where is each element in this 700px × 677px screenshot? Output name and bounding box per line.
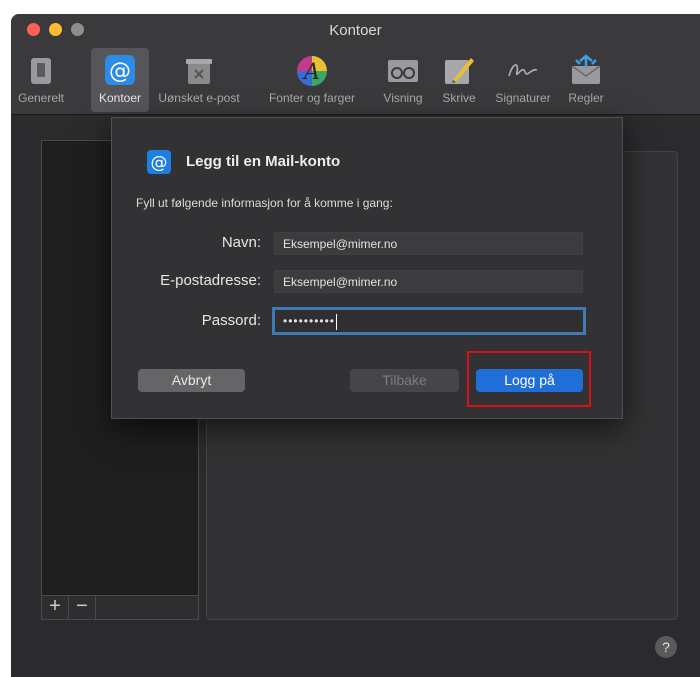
tab-rules[interactable]: Regler bbox=[563, 48, 609, 112]
tab-general-label: Generelt bbox=[17, 91, 65, 105]
tab-viewing-label: Visning bbox=[383, 91, 423, 105]
accounts-list-controls: + − bbox=[41, 595, 199, 620]
glasses-icon bbox=[385, 54, 421, 88]
tab-junk-mail[interactable]: Uønsket e-post bbox=[151, 48, 247, 112]
password-value: •••••••••• bbox=[283, 314, 336, 328]
text-caret bbox=[336, 313, 338, 330]
mail-at-icon: @ bbox=[147, 150, 171, 174]
preferences-toolbar: Generelt @ Kontoer Uønsket e-post A Font… bbox=[11, 48, 700, 115]
dialog-title: Legg til en Mail-konto bbox=[186, 153, 341, 170]
signature-icon bbox=[505, 54, 541, 88]
tab-accounts[interactable]: @ Kontoer bbox=[91, 48, 149, 112]
svg-text:@: @ bbox=[151, 153, 168, 173]
cancel-button[interactable]: Avbryt bbox=[138, 369, 245, 392]
junk-icon bbox=[181, 54, 217, 88]
dialog-subtitle: Fyll ut følgende informasjon for å komme… bbox=[136, 196, 393, 210]
title-bar: Kontoer bbox=[11, 14, 700, 48]
name-field[interactable]: Eksempel@mimer.no bbox=[274, 232, 583, 255]
switch-icon bbox=[23, 54, 59, 88]
tab-rules-label: Regler bbox=[568, 91, 604, 105]
tab-fonts-colors-label: Fonter og farger bbox=[268, 91, 356, 105]
pencil-icon bbox=[441, 54, 477, 88]
help-button[interactable]: ? bbox=[655, 636, 677, 658]
svg-text:A: A bbox=[302, 60, 320, 85]
password-field[interactable]: •••••••••• bbox=[272, 307, 586, 335]
tab-fonts-colors[interactable]: A Fonter og farger bbox=[257, 48, 367, 112]
tab-signatures-label: Signaturer bbox=[495, 91, 551, 105]
tab-signatures[interactable]: Signaturer bbox=[485, 48, 561, 112]
window-title: Kontoer bbox=[329, 22, 382, 39]
mail-preferences-window: Kontoer Generelt @ Kontoer Uønsket e-pos… bbox=[11, 14, 700, 677]
password-label: Passord: bbox=[201, 312, 261, 329]
add-account-button[interactable]: + bbox=[42, 596, 69, 619]
svg-text:@: @ bbox=[109, 59, 131, 84]
tab-general[interactable]: Generelt bbox=[15, 48, 67, 112]
font-icon: A bbox=[294, 54, 330, 88]
remove-account-button[interactable]: − bbox=[69, 596, 96, 619]
at-icon: @ bbox=[102, 54, 138, 88]
back-button[interactable]: Tilbake bbox=[350, 369, 459, 392]
tab-accounts-label: Kontoer bbox=[98, 91, 142, 105]
email-field[interactable]: Eksempel@mimer.no bbox=[274, 270, 583, 293]
tab-viewing[interactable]: Visning bbox=[375, 48, 431, 112]
email-label: E-postadresse: bbox=[160, 272, 261, 289]
tab-composing[interactable]: Skrive bbox=[433, 48, 485, 112]
rules-icon bbox=[568, 54, 604, 88]
name-label: Navn: bbox=[221, 234, 261, 251]
login-highlight-box bbox=[467, 351, 591, 407]
tab-composing-label: Skrive bbox=[442, 91, 476, 105]
tab-junk-mail-label: Uønsket e-post bbox=[158, 91, 240, 105]
